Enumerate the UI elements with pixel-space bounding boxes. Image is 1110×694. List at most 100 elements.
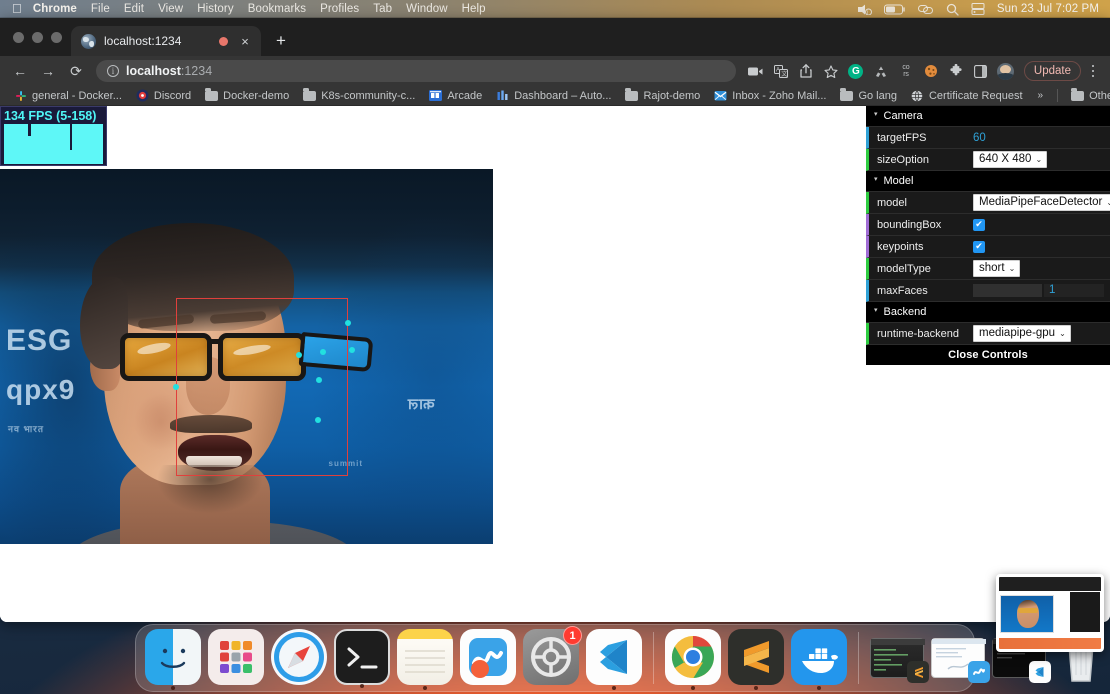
share-icon[interactable] bbox=[794, 59, 818, 83]
close-tab-button[interactable]: × bbox=[236, 32, 254, 50]
translate-icon[interactable]: A文 bbox=[769, 59, 793, 83]
control-center-icon[interactable] bbox=[918, 4, 934, 15]
targetFPS-value[interactable]: 60 bbox=[973, 132, 986, 144]
chrome-browser-window: localhost:1234 × + ← → ⟳ i localhost:123… bbox=[0, 18, 1110, 622]
menu-item-file[interactable]: File bbox=[91, 3, 110, 15]
dock-item-launchpad[interactable] bbox=[208, 629, 264, 685]
cookie-extension-icon[interactable] bbox=[919, 59, 943, 83]
thumb-browser-chrome bbox=[999, 577, 1101, 591]
back-button[interactable]: ← bbox=[7, 58, 33, 84]
bookmark-label: Arcade bbox=[447, 90, 482, 102]
puzzle-extensions-icon[interactable] bbox=[944, 59, 968, 83]
dock-item-finder[interactable] bbox=[145, 629, 201, 685]
other-bookmarks-folder[interactable]: Other Bookmarks bbox=[1064, 89, 1110, 102]
dock-item-docker[interactable] bbox=[791, 629, 847, 685]
browser-tab-localhost[interactable]: localhost:1234 × bbox=[71, 26, 261, 56]
bookmark-rajot-demo[interactable]: Rajot-demo bbox=[618, 89, 707, 102]
screenshot-preview-thumbnail[interactable] bbox=[996, 574, 1104, 652]
face-keypoint bbox=[349, 347, 355, 353]
globe-icon bbox=[911, 89, 924, 102]
bookmark-k8s-community[interactable]: K8s-community-c... bbox=[296, 89, 422, 102]
close-controls-button[interactable]: Close Controls bbox=[866, 345, 1110, 365]
modelType-select[interactable]: short⌄ bbox=[973, 260, 1020, 277]
keypoints-checkbox[interactable]: ✔ bbox=[973, 241, 985, 253]
bookmark-label: Go lang bbox=[858, 90, 897, 102]
runtime-backend-select[interactable]: mediapipe-gpu⌄ bbox=[973, 325, 1071, 342]
gui-row-sizeoption: sizeOption640 X 480⌄ bbox=[866, 149, 1110, 171]
minimized-window-terminal[interactable] bbox=[870, 638, 924, 678]
maxFaces-value[interactable]: 1 bbox=[1044, 284, 1104, 297]
apple-menu-icon[interactable]:  bbox=[12, 2, 22, 15]
gui-folder-camera[interactable]: ▾Camera bbox=[866, 106, 1110, 127]
update-button[interactable]: Update bbox=[1024, 61, 1081, 81]
bookmarks-overflow-button[interactable]: » bbox=[1030, 90, 1052, 101]
spotlight-search-icon[interactable] bbox=[946, 3, 959, 16]
menu-item-window[interactable]: Window bbox=[406, 3, 448, 15]
controls-panel: ▾CameratargetFPS60sizeOption640 X 480⌄▾M… bbox=[866, 106, 1110, 365]
bookmark-dashboard-auto[interactable]: Dashboard – Auto... bbox=[489, 89, 618, 102]
gui-folder-label: Camera bbox=[884, 109, 923, 123]
dock-item-chrome[interactable] bbox=[665, 629, 721, 685]
side-panel-icon[interactable] bbox=[969, 59, 993, 83]
boundingBox-checkbox[interactable]: ✔ bbox=[973, 219, 985, 231]
dock-item-terminal[interactable] bbox=[334, 629, 390, 685]
recording-dot-icon[interactable] bbox=[219, 37, 228, 46]
gui-label: sizeOption bbox=[877, 154, 973, 166]
dock-item-freeform[interactable] bbox=[460, 629, 516, 685]
dock-item-notes[interactable] bbox=[397, 629, 453, 685]
reload-button[interactable]: ⟳ bbox=[63, 58, 89, 84]
forward-button[interactable]: → bbox=[35, 58, 61, 84]
gui-folder-model[interactable]: ▾Model bbox=[866, 171, 1110, 192]
menu-item-help[interactable]: Help bbox=[462, 3, 486, 15]
bookmark-docker-demo[interactable]: Docker-demo bbox=[198, 89, 296, 102]
menu-item-bookmarks[interactable]: Bookmarks bbox=[248, 3, 306, 15]
screen-mirroring-icon[interactable]: i bbox=[857, 4, 872, 15]
cors-extension-icon[interactable]: cors bbox=[894, 59, 918, 83]
model-select[interactable]: MediaPipeFaceDetector⌄ bbox=[973, 194, 1110, 211]
menu-bar-clock[interactable]: Sun 23 Jul 7:02 PM bbox=[997, 3, 1099, 15]
battery-icon[interactable] bbox=[884, 4, 906, 15]
dock-item-safari[interactable] bbox=[271, 629, 327, 685]
menu-item-profiles[interactable]: Profiles bbox=[320, 3, 359, 15]
bookmark-go-lang[interactable]: Go lang bbox=[833, 89, 904, 102]
new-tab-button[interactable]: + bbox=[267, 26, 295, 54]
grammarly-extension-icon[interactable]: G bbox=[844, 59, 868, 83]
fps-graph bbox=[4, 124, 103, 164]
gui-folder-backend[interactable]: ▾Backend bbox=[866, 302, 1110, 323]
chevron-down-icon: ⌄ bbox=[1035, 153, 1042, 166]
address-bar[interactable]: i localhost:1234 bbox=[96, 60, 736, 82]
running-indicator bbox=[360, 684, 364, 688]
menu-item-chrome[interactable]: Chrome bbox=[33, 3, 77, 15]
folder-icon bbox=[303, 89, 316, 102]
maxFaces-slider[interactable] bbox=[973, 284, 1042, 297]
menu-item-history[interactable]: History bbox=[197, 3, 233, 15]
dock-item-system-settings[interactable]: 1 bbox=[523, 629, 579, 685]
close-window-button[interactable] bbox=[13, 32, 24, 43]
chrome-menu-button[interactable] bbox=[1083, 65, 1103, 78]
camera-icon[interactable] bbox=[744, 59, 768, 83]
siri-icon[interactable] bbox=[971, 3, 985, 15]
menu-item-edit[interactable]: Edit bbox=[124, 3, 144, 15]
bookmark-arcade[interactable]: Arcade bbox=[422, 89, 489, 102]
fps-label: 134 FPS (5-158) bbox=[4, 109, 103, 123]
backdrop-text-3: नव भारत bbox=[8, 424, 44, 435]
dock-item-sublime-text[interactable] bbox=[728, 629, 784, 685]
dock-item-vscode[interactable] bbox=[586, 629, 642, 685]
menu-item-tab[interactable]: Tab bbox=[373, 3, 392, 15]
site-info-icon[interactable]: i bbox=[107, 65, 119, 77]
bookmark-star-icon[interactable] bbox=[819, 59, 843, 83]
recycle-extension-icon[interactable] bbox=[869, 59, 893, 83]
face-keypoint bbox=[173, 384, 179, 390]
sizeOption-select[interactable]: 640 X 480⌄ bbox=[973, 151, 1047, 168]
maximize-window-button[interactable] bbox=[51, 32, 62, 43]
minimized-window-browser[interactable] bbox=[931, 638, 985, 678]
gui-control: short⌄ bbox=[973, 260, 1110, 277]
menu-item-view[interactable]: View bbox=[158, 3, 183, 15]
minimize-window-button[interactable] bbox=[32, 32, 43, 43]
bookmark-general-docker[interactable]: general - Docker... bbox=[7, 89, 129, 102]
bookmark-inbox-zoho-mail[interactable]: Inbox - Zoho Mail... bbox=[707, 89, 833, 102]
bookmarks-bar: general - Docker... Discord Docker-demo … bbox=[0, 86, 1110, 106]
bookmark-certificate-request[interactable]: Certificate Request bbox=[904, 89, 1030, 102]
profile-avatar[interactable] bbox=[994, 59, 1018, 83]
bookmark-discord[interactable]: Discord bbox=[129, 89, 198, 102]
